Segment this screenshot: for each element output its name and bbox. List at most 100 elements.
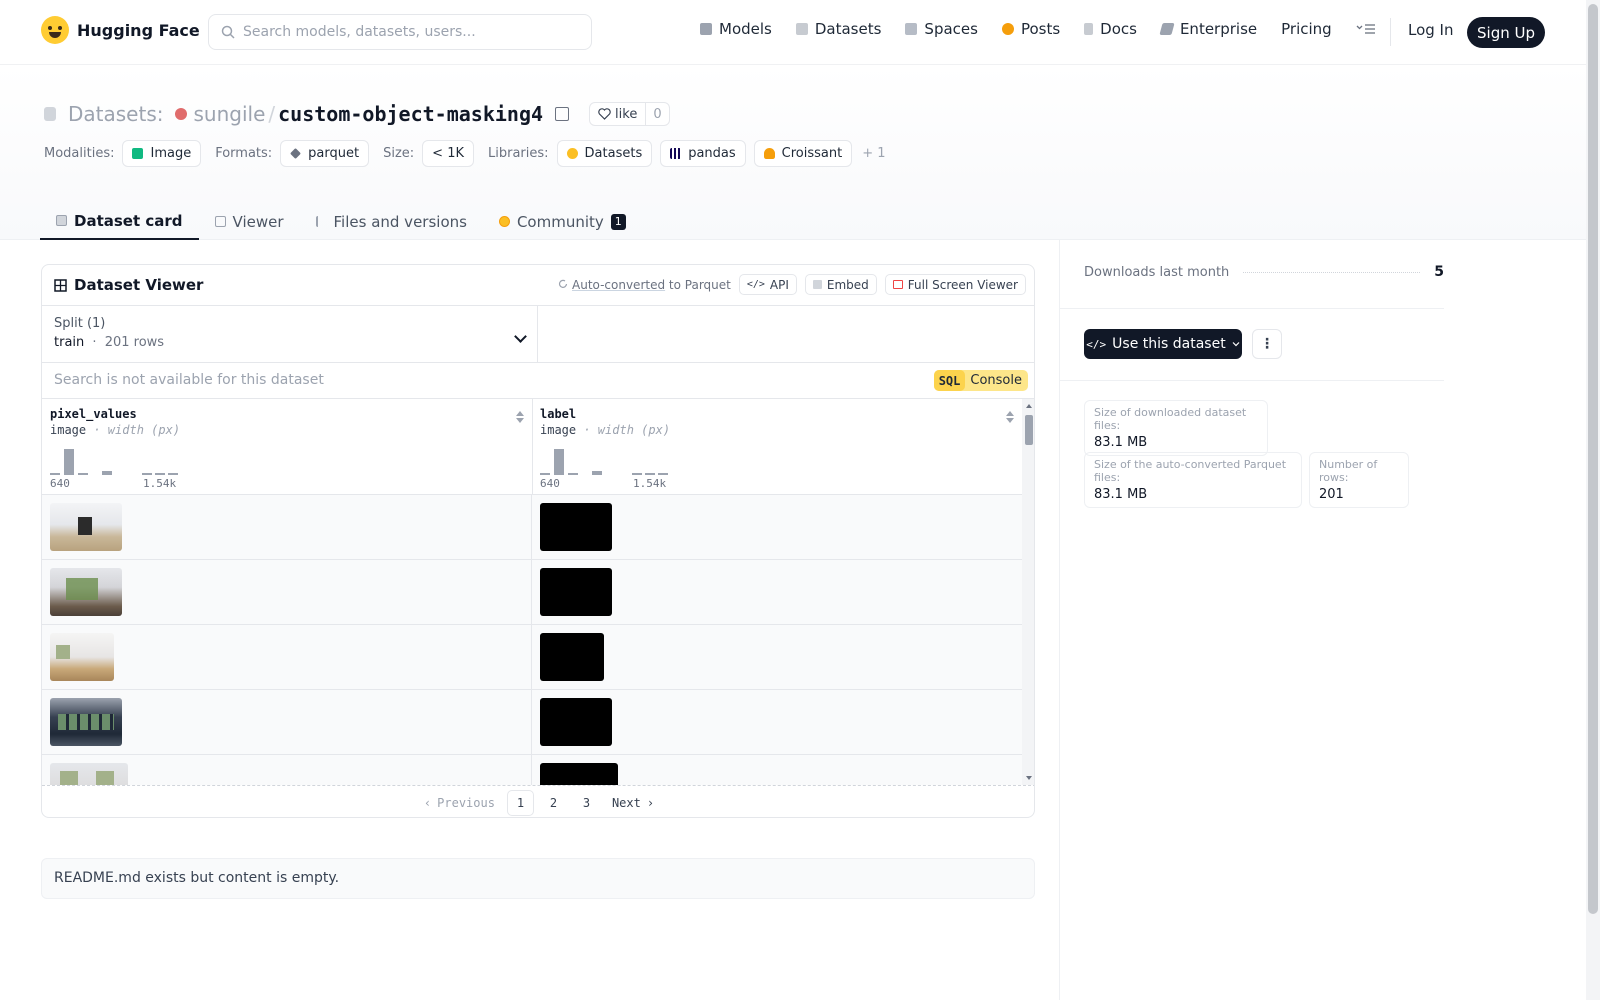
pagination: ‹ Previous 1 2 3 Next › xyxy=(42,785,1034,817)
histogram-bar[interactable] xyxy=(645,473,655,475)
sort-icon[interactable] xyxy=(1006,411,1014,423)
api-button[interactable]: </> API xyxy=(738,274,797,295)
embed-label: Embed xyxy=(826,277,869,292)
page-scrollbar[interactable] xyxy=(1586,0,1600,1000)
readme-notice: README.md exists but content is empty. xyxy=(41,858,1035,899)
datasets-prefix[interactable]: Datasets: xyxy=(68,102,163,126)
nav-pricing[interactable]: Pricing xyxy=(1281,20,1332,38)
scroll-up-icon[interactable] xyxy=(1022,401,1035,411)
signup-button[interactable]: Sign Up xyxy=(1467,17,1545,48)
use-this-dataset-button[interactable]: </> Use this dataset xyxy=(1084,329,1242,359)
auto-converted-link[interactable]: Auto-converted xyxy=(572,278,665,292)
histogram-bar[interactable] xyxy=(592,471,602,475)
sort-icon[interactable] xyxy=(516,411,524,423)
tag-pandas-lib[interactable]: pandas xyxy=(660,140,746,167)
mask-thumbnail[interactable] xyxy=(540,763,618,785)
copy-icon[interactable] xyxy=(555,107,570,121)
histogram-bar[interactable] xyxy=(78,473,88,475)
split-selector[interactable]: Split (1) train · 201 rows xyxy=(42,306,538,363)
nav-more-menu[interactable] xyxy=(1356,23,1376,35)
tag-size[interactable]: < 1K xyxy=(422,140,474,167)
next-label: Next xyxy=(611,795,641,810)
table-icon xyxy=(214,216,226,227)
page-button-2[interactable]: 2 xyxy=(540,790,567,816)
search-input[interactable] xyxy=(243,24,573,40)
tag-image[interactable]: Image xyxy=(122,140,202,167)
split-right-empty xyxy=(538,306,1034,363)
histogram-bar[interactable] xyxy=(540,473,550,475)
scroll-down-icon[interactable] xyxy=(1022,773,1035,783)
hist-max: 1.54k xyxy=(633,477,667,490)
full-screen-button[interactable]: Full Screen Viewer xyxy=(884,274,1026,295)
tab-files-label: Files and versions xyxy=(333,212,467,231)
stat-label: Number of rows: xyxy=(1319,458,1378,484)
column-header-label[interactable]: label image · width (px) 640 1.54k xyxy=(532,399,1022,495)
image-thumbnail[interactable] xyxy=(50,568,122,616)
previous-page-button[interactable]: ‹ Previous xyxy=(418,790,501,816)
nav-models[interactable]: Models xyxy=(700,20,772,38)
code-icon: </> xyxy=(746,279,765,290)
login-link[interactable]: Log In xyxy=(1408,21,1454,39)
tag-croissant-lib[interactable]: Croissant xyxy=(753,140,853,167)
histogram-bar[interactable] xyxy=(64,449,74,475)
mask-thumbnail[interactable] xyxy=(540,503,612,551)
like-count: 0 xyxy=(653,106,662,122)
stat-parquet-size: Size of the auto-converted Parquet files… xyxy=(1084,452,1302,508)
histogram-bar[interactable] xyxy=(568,473,578,475)
table-scrollbar[interactable] xyxy=(1022,399,1035,785)
tag-parquet[interactable]: parquet xyxy=(280,140,370,167)
nav-divider xyxy=(1390,18,1391,46)
more-options-button[interactable]: ⋮ xyxy=(1252,329,1282,359)
nav-enterprise[interactable]: Enterprise xyxy=(1159,20,1257,38)
table-row[interactable] xyxy=(42,560,1022,625)
tab-viewer[interactable]: Viewer xyxy=(199,203,300,240)
mask-thumbnail[interactable] xyxy=(540,698,612,746)
table-row[interactable] xyxy=(42,495,1022,560)
histogram-bar[interactable] xyxy=(155,473,165,475)
next-page-button[interactable]: Next › xyxy=(606,790,660,816)
page-button-3[interactable]: 3 xyxy=(573,790,600,816)
nav-datasets[interactable]: Datasets xyxy=(795,20,881,38)
page-button-1[interactable]: 1 xyxy=(506,789,534,816)
table-row[interactable] xyxy=(42,625,1022,690)
column-name: pixel_values xyxy=(50,407,137,421)
page-scroll-thumb[interactable] xyxy=(1588,4,1598,914)
dataset-name[interactable]: custom-object-masking4 xyxy=(278,102,543,126)
tab-dataset-card[interactable]: Dataset card xyxy=(40,203,199,240)
embed-button[interactable]: Embed xyxy=(804,274,877,295)
tab-community[interactable]: Community 1 xyxy=(483,203,642,240)
table-row[interactable] xyxy=(42,690,1022,755)
histogram-bar[interactable] xyxy=(632,473,642,475)
table-row[interactable] xyxy=(42,755,1022,785)
like-button[interactable]: like 0 xyxy=(589,102,670,126)
table-scroll-thumb[interactable] xyxy=(1025,415,1033,445)
owner-link[interactable]: sungile xyxy=(193,102,265,126)
community-badge: 1 xyxy=(610,213,626,230)
image-thumbnail[interactable] xyxy=(50,698,122,746)
histogram-bar[interactable] xyxy=(658,473,668,475)
image-thumbnail[interactable] xyxy=(50,763,128,785)
nav-posts[interactable]: Posts xyxy=(1001,20,1060,38)
image-thumbnail[interactable] xyxy=(50,633,114,681)
column-header-pixel-values[interactable]: pixel_values image · width (px) 640 1.54k xyxy=(42,399,532,495)
hist-min: 640 xyxy=(540,477,560,490)
histogram-bar[interactable] xyxy=(554,449,564,475)
image-thumbnail[interactable] xyxy=(50,503,122,551)
histogram-bar[interactable] xyxy=(142,473,152,475)
tab-files[interactable]: Files and versions xyxy=(300,203,483,240)
histogram-bar[interactable] xyxy=(50,473,60,475)
mask-thumbnail[interactable] xyxy=(540,633,604,681)
sql-console-button[interactable]: SQL Console xyxy=(933,370,1028,391)
nav-docs[interactable]: Docs xyxy=(1084,20,1137,38)
search-box[interactable] xyxy=(208,14,592,50)
libraries-more[interactable]: + 1 xyxy=(862,146,885,161)
histogram-bar[interactable] xyxy=(102,471,112,475)
hugging-face-logo[interactable]: Hugging Face xyxy=(41,16,200,44)
tag-datasets-lib[interactable]: Datasets xyxy=(556,140,653,167)
dataset-header: Datasets: sungile / custom-object-maskin… xyxy=(0,65,1586,240)
histogram-bar[interactable] xyxy=(168,473,178,475)
mask-thumbnail[interactable] xyxy=(540,568,612,616)
top-nav: Hugging Face Models Datasets Spaces Post… xyxy=(0,0,1600,65)
column-subtitle: · width (px) xyxy=(93,423,181,437)
nav-spaces[interactable]: Spaces xyxy=(905,20,978,38)
